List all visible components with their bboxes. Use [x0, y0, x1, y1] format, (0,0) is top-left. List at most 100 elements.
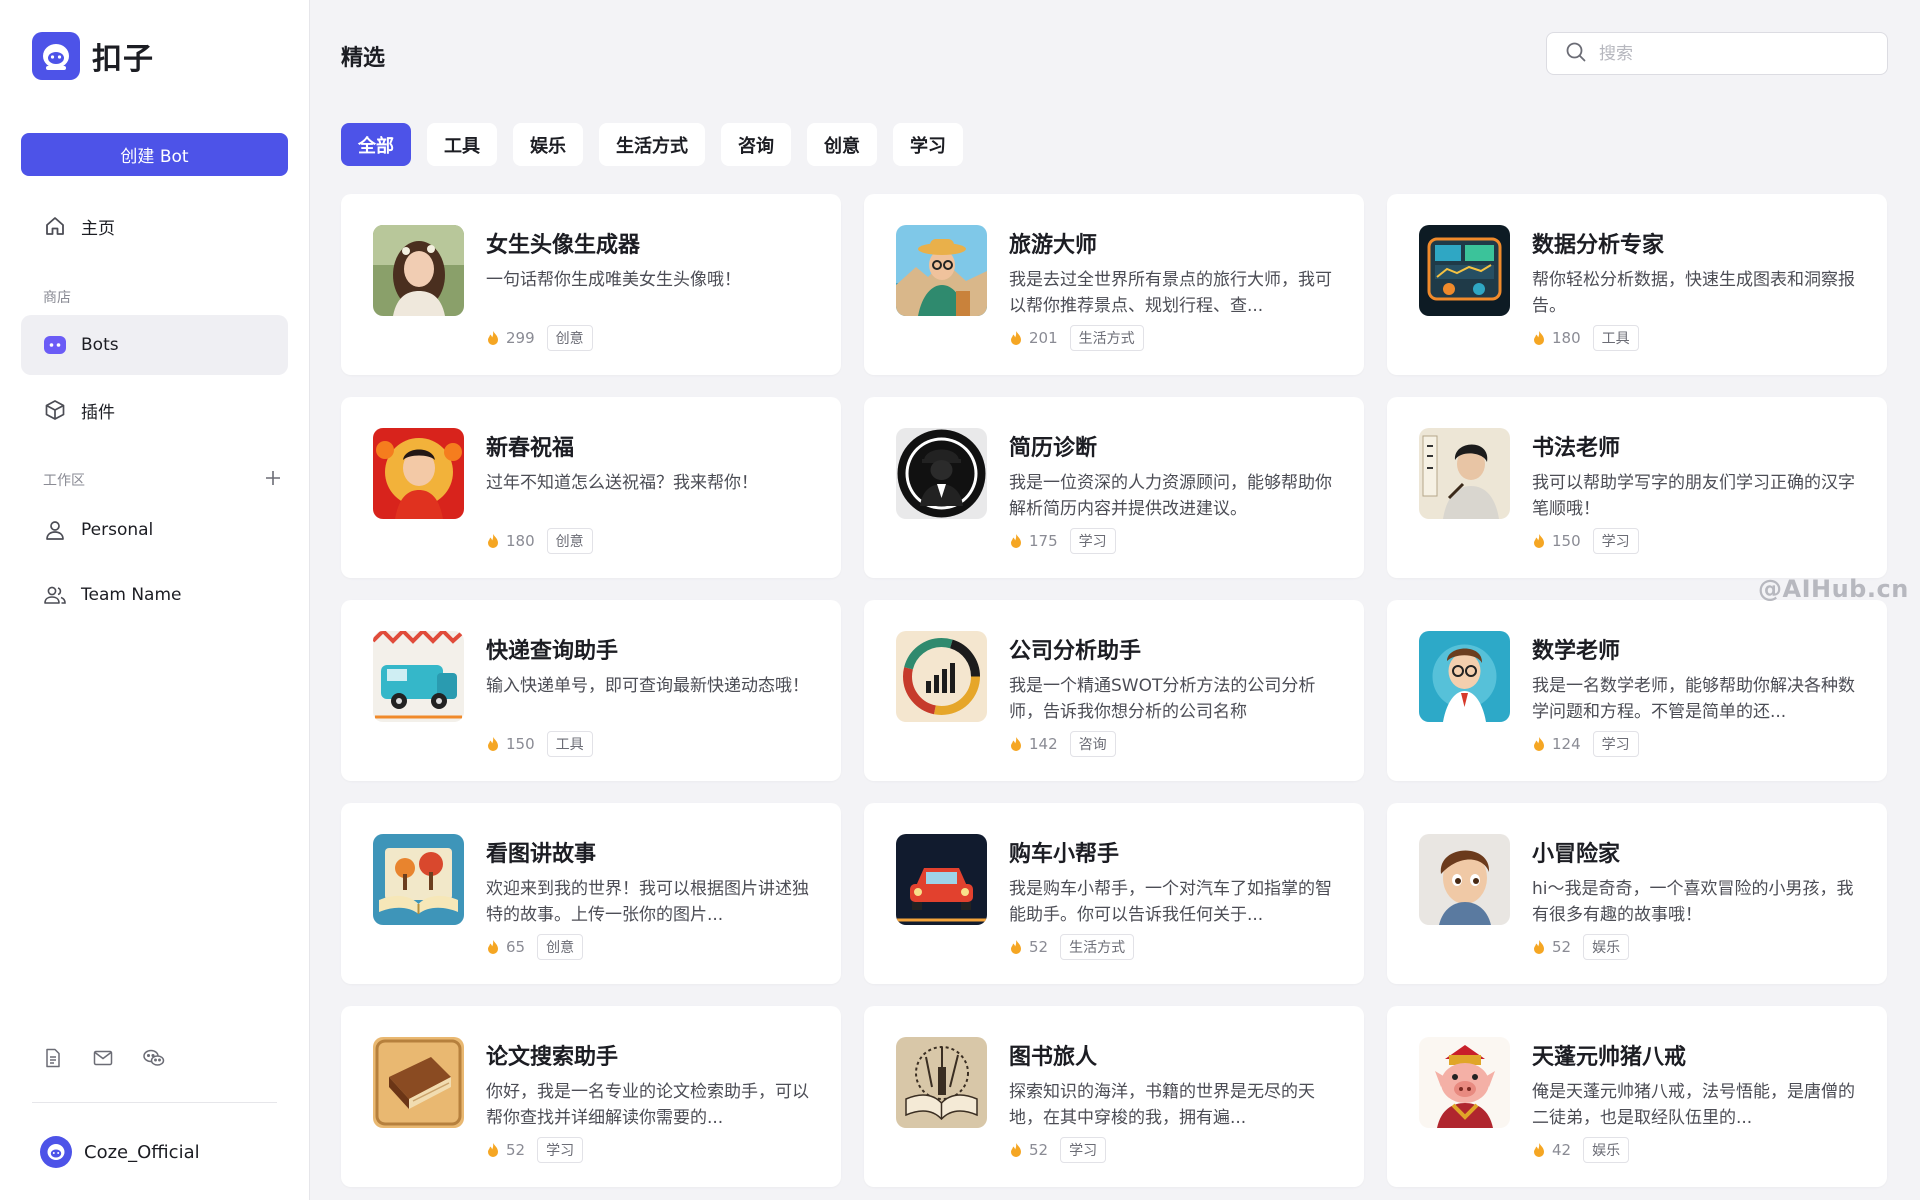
category-tag: 学习 [1069, 528, 1116, 554]
category-tag: 学习 [537, 1137, 584, 1163]
bot-title: 女生头像生成器 [486, 233, 641, 258]
bot-title: 旅游大师 [1009, 233, 1098, 258]
bot-card[interactable]: 论文搜索助手 你好，我是一名专业的论文检索助手，可以帮你查找并详细解读你需要的.… [341, 1006, 841, 1187]
math-teacher-image [1419, 631, 1510, 722]
bot-card[interactable]: 天蓬元帅猪八戒 俺是天蓬元帅猪八戒，法号悟能，是唐僧的二徒弟，也是取经队伍里的.… [1387, 1006, 1887, 1187]
tab-learning[interactable]: 学习 [893, 123, 963, 166]
bot-card[interactable]: 看图讲故事 欢迎来到我的世界！我可以根据图片讲述独特的故事。上传一张你的图片..… [341, 803, 841, 984]
zhu-bajie-image [1419, 1037, 1510, 1128]
category-tag: 生活方式 [1069, 325, 1144, 351]
usage-count: 52 [1552, 938, 1572, 956]
tab-entertainment[interactable]: 娱乐 [513, 123, 583, 166]
category-tag: 学习 [1592, 528, 1639, 554]
bot-card[interactable]: 女生头像生成器 一句话帮你生成唯美女生头像哦！ 299 创意 [341, 194, 841, 375]
flame-icon [488, 331, 498, 345]
bot-card[interactable]: 小冒险家 hi～我是奇奇，一个喜欢冒险的小男孩，我有很多有趣的故事哦！ 52 娱… [1387, 803, 1887, 984]
tab-tools[interactable]: 工具 [427, 123, 497, 166]
bot-card[interactable]: 公司分析助手 我是一个精通SWOT分析方法的公司分析师，告诉我你想分析的公司名称… [864, 600, 1364, 781]
usage-count: 52 [1029, 1141, 1049, 1159]
adventure-boy-image [1419, 834, 1510, 925]
search-input[interactable] [1599, 43, 1879, 64]
flame-icon [1534, 1143, 1544, 1157]
tab-consulting[interactable]: 咨询 [721, 123, 791, 166]
sidebar-item-label: Personal [81, 520, 154, 540]
bot-card[interactable]: 图书旅人 探索知识的海洋，书籍的世界是无尽的天地，在其中穿梭的我，拥有遍... … [864, 1006, 1364, 1187]
bot-title: 数学老师 [1532, 639, 1621, 664]
add-workspace-icon[interactable] [262, 467, 284, 489]
category-tag: 娱乐 [1583, 1137, 1630, 1163]
bot-card[interactable]: 快递查询助手 输入快递单号，即可查询最新快递动态哦！ 150 工具 [341, 600, 841, 781]
flame-icon [1011, 534, 1021, 548]
wechat-icon[interactable] [142, 1047, 166, 1071]
sidebar-item-team[interactable]: Team Name [21, 565, 288, 625]
bot-meta: 299 创意 [486, 325, 593, 351]
red-car-image [896, 834, 987, 925]
tab-lifestyle[interactable]: 生活方式 [599, 123, 705, 166]
flame-icon [1534, 331, 1544, 345]
bot-meta: 124 学习 [1532, 731, 1639, 757]
usage-count: 65 [506, 938, 526, 956]
tab-all[interactable]: 全部 [341, 123, 411, 166]
new-year-boy-image [373, 428, 464, 519]
bot-card[interactable]: 数据分析专家 帮你轻松分析数据，快速生成图表和洞察报告。 180 工具 [1387, 194, 1887, 375]
flame-icon [1011, 1143, 1021, 1157]
bot-title: 数据分析专家 [1532, 233, 1665, 258]
bot-title: 天蓬元帅猪八戒 [1532, 1045, 1687, 1070]
bot-card[interactable]: 简历诊断 我是一位资深的人力资源顾问，能够帮助你解析简历内容并提供改进建议。 1… [864, 397, 1364, 578]
flame-icon [1011, 737, 1021, 751]
bot-description: 我是一位资深的人力资源顾问，能够帮助你解析简历内容并提供改进建议。 [1009, 473, 1332, 519]
bot-description: 俺是天蓬元帅猪八戒，法号悟能，是唐僧的二徒弟，也是取经队伍里的... [1532, 1082, 1855, 1128]
category-tag: 工具 [546, 731, 593, 757]
usage-count: 42 [1552, 1141, 1572, 1159]
bot-description: 探索知识的海洋，书籍的世界是无尽的天地，在其中穿梭的我，拥有遍... [1009, 1082, 1315, 1128]
company-chart-image [896, 631, 987, 722]
category-tag: 学习 [1592, 731, 1639, 757]
usage-count: 52 [1029, 938, 1049, 956]
calligraphy-teacher-image [1419, 428, 1510, 519]
coze-logo-icon [32, 32, 80, 80]
bot-card[interactable]: 数学老师 我是一名数学老师，能够帮助你解决各种数学问题和方程。不管是简单的还..… [1387, 600, 1887, 781]
bot-title: 公司分析助手 [1009, 639, 1142, 664]
bot-description: 我是一个精通SWOT分析方法的公司分析师，告诉我你想分析的公司名称 [1009, 676, 1316, 722]
bot-card[interactable]: 旅游大师 我是去过全世界所有景点的旅行大师，我可以帮你推荐景点、规划行程、查..… [864, 194, 1364, 375]
avatar [40, 1136, 72, 1168]
flame-icon [1534, 940, 1544, 954]
bot-title: 论文搜索助手 [486, 1045, 619, 1070]
bot-meta: 65 创意 [486, 934, 584, 960]
bot-description: 过年不知道怎么送祝福？我来帮你！ [486, 473, 758, 493]
bot-card[interactable]: 购车小帮手 我是购车小帮手，一个对汽车了如指掌的智能助手。你可以告诉我任何关于.… [864, 803, 1364, 984]
usage-count: 124 [1552, 735, 1581, 753]
app-logo[interactable]: 扣子 [32, 32, 154, 80]
bot-meta: 180 创意 [486, 528, 593, 554]
flame-icon [1011, 940, 1021, 954]
bot-card-grid: 女生头像生成器 一句话帮你生成唯美女生头像哦！ 299 创意 旅游大师 我是去过… [341, 194, 1889, 1187]
home-icon [43, 214, 67, 238]
tab-creative[interactable]: 创意 [807, 123, 877, 166]
user-profile[interactable]: Coze_Official [40, 1136, 200, 1168]
bot-card[interactable]: 新春祝福 过年不知道怎么送祝福？我来帮你！ 180 创意 [341, 397, 841, 578]
bot-title: 简历诊断 [1009, 436, 1098, 461]
data-dashboard-image [1419, 225, 1510, 316]
search-icon [1565, 41, 1587, 67]
bot-title: 新春祝福 [486, 436, 575, 461]
flame-icon [1011, 331, 1021, 345]
bot-description: hi～我是奇奇，一个喜欢冒险的小男孩，我有很多有趣的故事哦！ [1532, 879, 1854, 925]
sidebar-item-plugins[interactable]: 插件 [21, 380, 288, 440]
sidebar-item-bots[interactable]: Bots [21, 315, 288, 375]
search-box[interactable] [1546, 32, 1888, 75]
usage-count: 299 [506, 329, 535, 347]
document-icon[interactable] [42, 1047, 66, 1071]
flame-icon [488, 940, 498, 954]
watermark-text: @AIHub.cn [1758, 575, 1909, 603]
bot-meta: 201 生活方式 [1009, 325, 1144, 351]
sidebar-item-home[interactable]: 主页 [21, 196, 288, 256]
mail-icon[interactable] [92, 1047, 116, 1071]
hr-silhouette-image [896, 428, 987, 519]
sidebar-item-personal[interactable]: Personal [21, 500, 288, 560]
create-bot-button[interactable]: 创建 Bot [21, 133, 288, 176]
usage-count: 52 [506, 1141, 526, 1159]
category-tag: 娱乐 [1583, 934, 1630, 960]
sidebar-item-label: Bots [81, 335, 119, 355]
bot-card[interactable]: 书法老师 我可以帮助学写字的朋友们学习正确的汉字笔顺哦！ 150 学习 [1387, 397, 1887, 578]
bot-meta: 142 咨询 [1009, 731, 1116, 757]
